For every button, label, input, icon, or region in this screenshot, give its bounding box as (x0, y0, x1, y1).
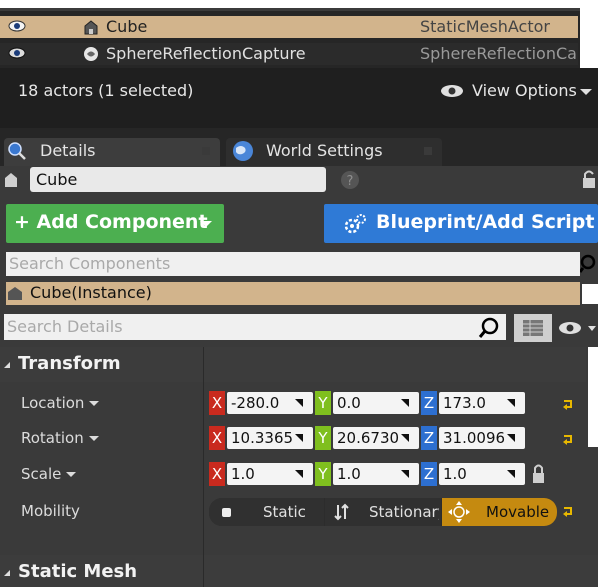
chevron-down-icon[interactable] (88, 436, 99, 441)
search-icon[interactable] (478, 317, 500, 339)
details-scrollbar[interactable] (588, 347, 598, 447)
blueprint-label: Blueprint/Add Script (376, 211, 595, 233)
mobility-movable-option[interactable]: Movable (442, 498, 557, 526)
tab-details-label: Details (40, 141, 96, 160)
tab-world-settings[interactable]: World Settings (226, 138, 442, 166)
static-icon (222, 508, 231, 517)
y-axis-tag: Y (315, 391, 331, 415)
visibility-eye-icon[interactable] (8, 47, 26, 59)
mobility-static-option[interactable]: Static (209, 498, 324, 526)
actor-icon (8, 287, 22, 300)
stationary-label: Stationary (369, 503, 439, 521)
movable-label: Movable (486, 503, 550, 521)
view-options-label: View Options (472, 81, 577, 100)
stationary-icon (334, 503, 349, 521)
x-axis-tag: X (209, 462, 225, 486)
lock-icon[interactable] (580, 168, 598, 190)
chevron-down-icon[interactable] (89, 401, 100, 406)
actor-count-label: 18 actors (1 selected) (18, 81, 194, 100)
actor-icon (5, 173, 17, 187)
spin-arrow-icon[interactable] (506, 433, 516, 443)
reset-to-default-icon[interactable] (562, 433, 574, 445)
actor-type: SphereReflectionCa (420, 44, 577, 63)
reset-to-default-icon[interactable] (562, 398, 574, 410)
mobility-segmented-control: Static Stationary Movable (209, 498, 557, 526)
search-components-input[interactable]: Search Components (6, 252, 580, 276)
globe-icon (233, 141, 253, 161)
add-component-button[interactable]: + Add Component (6, 204, 224, 243)
help-icon[interactable]: ? (340, 170, 360, 190)
location-label-text: Location (21, 394, 85, 412)
search-icon[interactable] (580, 254, 598, 274)
mobility-label: Mobility (21, 502, 80, 520)
gears-icon (344, 214, 366, 234)
transform-title: Transform (18, 353, 121, 374)
z-axis-tag: Z (421, 391, 437, 415)
magnifier-details-icon (8, 142, 26, 160)
z-axis-tag: Z (421, 426, 437, 450)
y-axis-tag: Y (315, 426, 331, 450)
svg-text:?: ? (347, 174, 354, 189)
outliner-row-sphere-reflection[interactable]: SphereReflectionCapture SphereReflection… (0, 43, 578, 65)
outliner-scrollbar[interactable] (580, 8, 598, 68)
spin-arrow-icon[interactable] (294, 398, 304, 408)
chevron-down-icon (200, 221, 212, 227)
scale-lock-icon[interactable] (530, 462, 552, 486)
x-axis-tag: X (209, 426, 225, 450)
spin-arrow-icon[interactable] (506, 398, 516, 408)
mobility-stationary-option[interactable]: Stationary (325, 498, 441, 526)
scale-label: Scale (21, 465, 77, 483)
actor-name-input[interactable]: Cube (30, 167, 326, 192)
spin-arrow-icon[interactable] (400, 398, 410, 408)
tab-details[interactable]: Details (4, 138, 220, 166)
grid-icon (523, 320, 543, 336)
x-axis-tag: X (209, 391, 225, 415)
spin-arrow-icon[interactable] (400, 469, 410, 479)
actor-type: StaticMeshActor (420, 17, 550, 36)
spin-arrow-icon[interactable] (294, 433, 304, 443)
components-scrollbar[interactable] (582, 284, 598, 304)
eye-icon (441, 85, 463, 97)
component-instance-row[interactable]: Cube(Instance) (6, 282, 580, 305)
close-tab-icon[interactable] (202, 147, 210, 155)
close-tab-icon[interactable] (424, 147, 432, 155)
rotation-label: Rotation (21, 429, 99, 447)
view-options-eye-icon[interactable] (558, 320, 598, 336)
property-matrix-button[interactable] (514, 314, 552, 342)
spin-arrow-icon[interactable] (294, 469, 304, 479)
rotation-label-text: Rotation (21, 429, 84, 447)
reset-to-default-icon[interactable] (562, 505, 574, 517)
static-label: Static (263, 503, 306, 521)
collapse-triangle-icon (4, 362, 10, 368)
blueprint-add-script-button[interactable]: Blueprint/Add Script (324, 204, 598, 243)
outliner-row-cube[interactable]: Cube StaticMeshActor (0, 16, 578, 38)
z-axis-tag: Z (421, 462, 437, 486)
component-instance-label: Cube(Instance) (30, 283, 152, 302)
column-divider (203, 347, 204, 556)
tab-world-settings-label: World Settings (266, 141, 383, 160)
y-axis-tag: Y (315, 462, 331, 486)
search-details-input[interactable]: Search Details (4, 314, 506, 340)
visibility-eye-icon[interactable] (8, 20, 26, 32)
move-arrows-icon (448, 501, 470, 523)
static-mesh-actor-icon (84, 20, 98, 35)
outliner-top-edge (0, 8, 598, 11)
scale-label-text: Scale (21, 465, 62, 483)
static-mesh-section-header[interactable]: Static Mesh (0, 555, 598, 587)
add-component-label: + Add Component (14, 211, 208, 233)
sphere-reflection-capture-icon (84, 47, 98, 61)
chevron-down-icon[interactable] (66, 472, 77, 477)
location-label: Location (21, 394, 100, 412)
actor-name: Cube (106, 17, 148, 36)
actor-name: SphereReflectionCapture (106, 44, 306, 63)
spin-arrow-icon[interactable] (400, 433, 410, 443)
collapse-triangle-icon (4, 570, 10, 576)
static-mesh-title: Static Mesh (18, 561, 138, 582)
column-divider (203, 555, 204, 587)
chevron-down-icon (580, 89, 592, 95)
editor-panel: Cube StaticMeshActor SphereReflectionCap… (0, 8, 598, 587)
spin-arrow-icon[interactable] (506, 469, 516, 479)
transform-section-header[interactable]: Transform (0, 347, 586, 382)
